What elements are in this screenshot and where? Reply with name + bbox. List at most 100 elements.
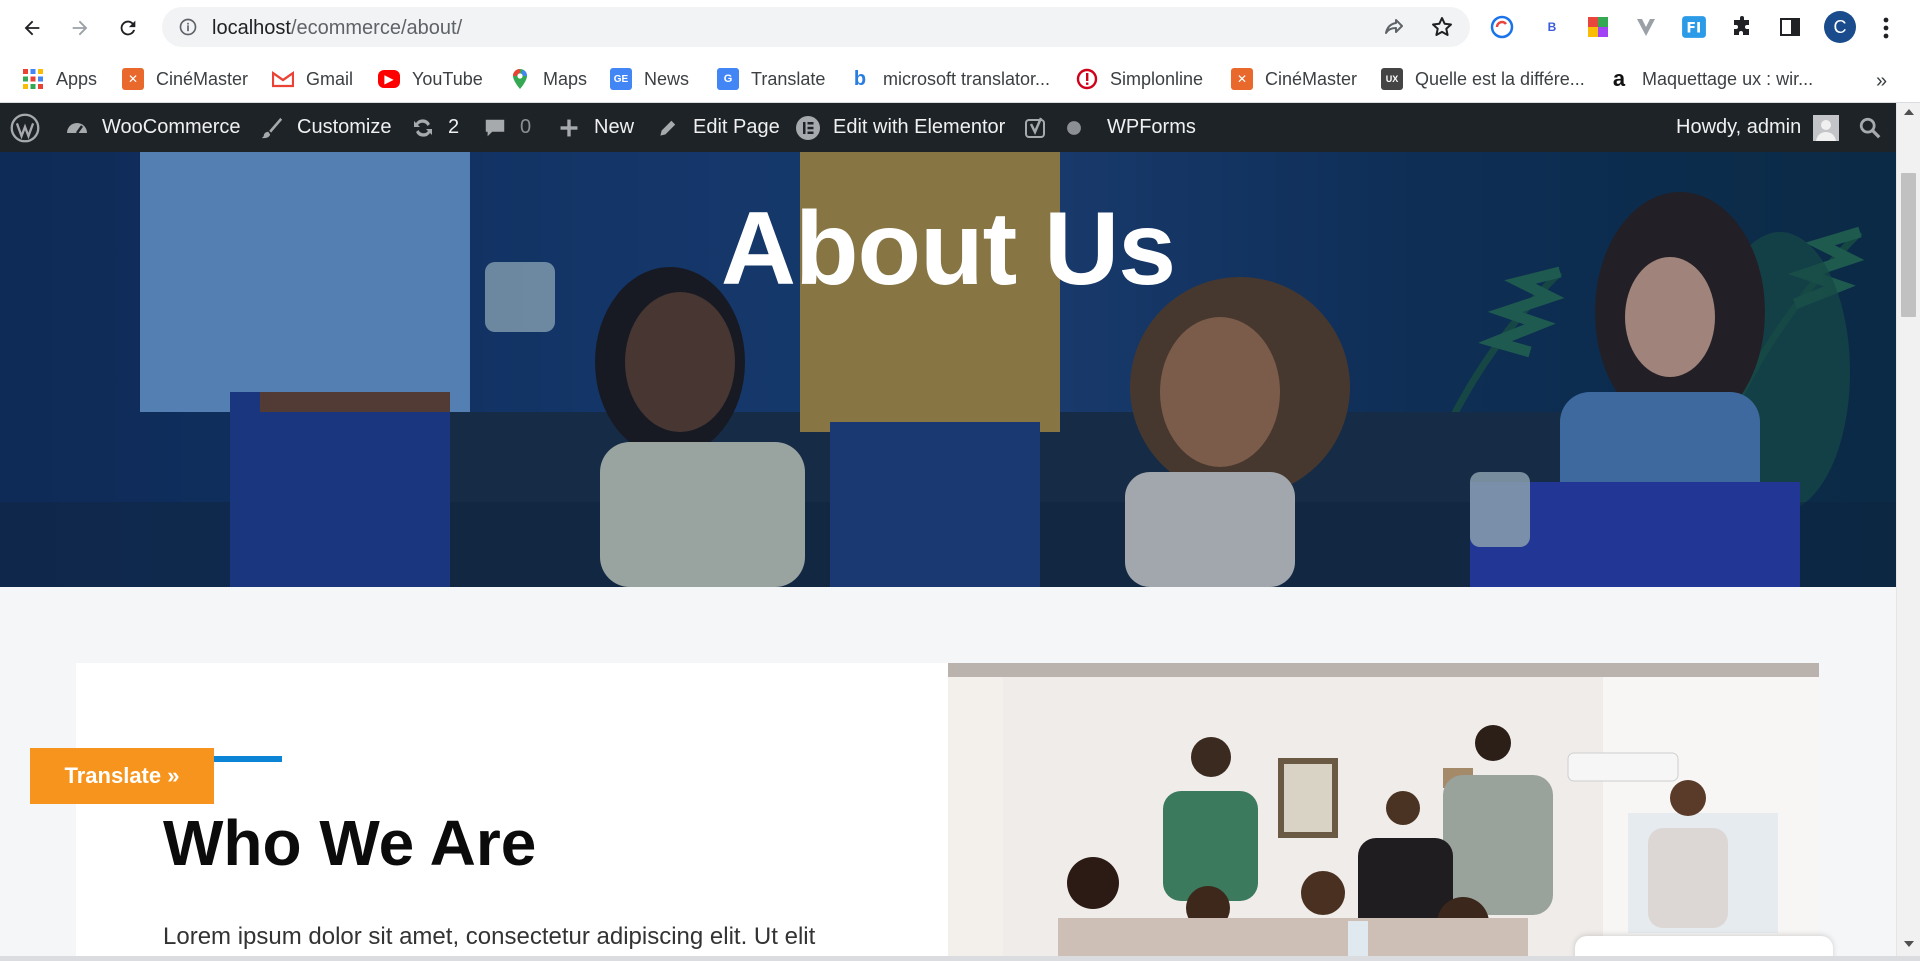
edit-with-elementor-menu[interactable]: Edit with Elementor xyxy=(795,103,1005,152)
colorful-ext-icon[interactable] xyxy=(1584,13,1612,41)
elementor-icon xyxy=(795,115,821,141)
profile-initial: C xyxy=(1833,16,1847,37)
google-translate-icon: G xyxy=(717,68,739,90)
seo-status-dot-icon xyxy=(1061,115,1087,141)
bookmark-star-icon[interactable] xyxy=(1430,15,1454,39)
url-text[interactable]: localhost/ecommerce/about/ xyxy=(212,17,462,40)
site-info-icon[interactable] xyxy=(178,17,198,37)
share-icon[interactable] xyxy=(1382,16,1406,40)
maps-pin-icon xyxy=(509,68,531,90)
bookmark-maps[interactable]: Maps xyxy=(509,64,587,94)
scroll-thumb[interactable] xyxy=(1901,173,1916,317)
forward-arrow-icon xyxy=(72,20,88,36)
side-panel-icon[interactable] xyxy=(1776,13,1804,41)
bookmark-gmail[interactable]: Gmail xyxy=(272,64,353,94)
new-content-menu[interactable]: New xyxy=(556,103,634,152)
chat-widget-tab[interactable] xyxy=(1575,936,1833,956)
scroll-up-arrow-icon[interactable] xyxy=(1904,109,1914,115)
v-ext-icon[interactable] xyxy=(1632,13,1660,41)
bookmark-quelle-est-la-difference[interactable]: UX Quelle est la différe... xyxy=(1381,64,1585,94)
gmail-icon xyxy=(272,68,294,90)
bookmarks-bar: Apps ✕ CinéMaster Gmail ▶ YouTube Maps G… xyxy=(0,56,1920,103)
team-meeting-photo xyxy=(948,663,1819,956)
google-news-icon: GE xyxy=(610,68,632,90)
account-menu[interactable]: Howdy, admin xyxy=(1676,103,1840,152)
bookmark-label: Gmail xyxy=(306,68,354,89)
admin-search-button[interactable] xyxy=(1858,103,1882,152)
bookmark-label: Maps xyxy=(543,68,588,89)
bookmark-microsoft-translator[interactable]: b microsoft translator... xyxy=(849,64,1050,94)
reload-button[interactable] xyxy=(112,12,144,44)
customize-label: Customize xyxy=(297,116,392,138)
blog-ux-icon: UX xyxy=(1381,68,1403,90)
wp-logo-menu[interactable] xyxy=(10,103,40,152)
bookmark-translate[interactable]: G Translate xyxy=(717,64,825,94)
comments-count: 0 xyxy=(520,116,532,138)
bookmark-label: CinéMaster xyxy=(156,68,249,89)
page-scrollbar[interactable] xyxy=(1896,103,1920,956)
comments-menu[interactable]: 0 xyxy=(482,103,531,152)
apps-grid-icon xyxy=(22,68,44,90)
elementor-label: Edit with Elementor xyxy=(833,116,1006,138)
xampp-icon: ✕ xyxy=(1231,68,1253,90)
reload-icon xyxy=(120,20,136,36)
bookmark-label: Apps xyxy=(56,68,98,89)
dashboard-gauge-icon xyxy=(64,115,90,141)
browser-menu-icon[interactable] xyxy=(1876,14,1896,42)
customize-menu[interactable]: Customize xyxy=(259,103,391,152)
admin-avatar xyxy=(1813,114,1840,141)
xampp-icon: ✕ xyxy=(122,68,144,90)
bookmark-cinemaster[interactable]: ✕ CinéMaster xyxy=(122,64,248,94)
url-host: localhost xyxy=(212,17,291,39)
bookmark-news[interactable]: GE News xyxy=(610,64,689,94)
bookmarks-overflow-button[interactable]: » xyxy=(1876,70,1887,93)
bookmark-label: CinéMaster xyxy=(1265,68,1358,89)
back-arrow-icon xyxy=(24,20,40,36)
hero-banner: About Us xyxy=(0,152,1896,587)
url-path: /ecommerce/about/ xyxy=(290,17,463,39)
updates-refresh-icon xyxy=(410,115,436,141)
bookmark-youtube[interactable]: ▶ YouTube xyxy=(378,64,483,94)
translate-ext-icon[interactable] xyxy=(1488,13,1516,41)
browser-toolbar: localhost/ecommerce/about/ B FI C xyxy=(0,0,1920,56)
section-body-text: Lorem ipsum dolor sit amet, consectetur … xyxy=(163,923,816,950)
bookmark-label: microsoft translator... xyxy=(883,68,1051,89)
bookmark-label: Simplonline xyxy=(1110,68,1204,89)
howdy-label: Howdy, admin xyxy=(1676,116,1802,138)
yoast-seo-menu[interactable] xyxy=(1023,103,1099,152)
updates-count: 2 xyxy=(448,116,460,138)
bing-icon: b xyxy=(853,67,867,90)
extensions-puzzle-icon[interactable] xyxy=(1728,13,1756,41)
bookmark-label: News xyxy=(644,68,690,89)
simplonline-icon xyxy=(1076,68,1098,90)
wpforms-menu[interactable]: WPForms xyxy=(1107,103,1196,152)
bookmark-simplonline[interactable]: Simplonline xyxy=(1076,64,1203,94)
address-bar[interactable]: localhost/ecommerce/about/ xyxy=(162,7,1470,47)
woocommerce-menu[interactable]: WooCommerce xyxy=(64,103,241,152)
page-viewport: About Us Who We Are Lorem ipsum dolor si… xyxy=(0,152,1896,956)
forward-button[interactable] xyxy=(64,12,96,44)
edit-page-menu[interactable]: Edit Page xyxy=(655,103,780,152)
amazon-icon: a xyxy=(1612,66,1626,91)
scroll-down-arrow-icon[interactable] xyxy=(1904,941,1914,947)
profile-avatar[interactable]: C xyxy=(1824,11,1856,43)
bookmark-maquettage-ux[interactable]: a Maquettage ux : wir... xyxy=(1608,64,1813,94)
bookmark-apps[interactable]: Apps xyxy=(22,64,97,94)
b-ext-icon[interactable]: B xyxy=(1538,13,1566,41)
back-button[interactable] xyxy=(16,12,48,44)
paintbrush-icon xyxy=(259,115,285,141)
fi-ext-icon[interactable]: FI xyxy=(1680,13,1708,41)
wp-admin-bar: WooCommerce Customize 2 0 New Edit Page xyxy=(0,103,1896,152)
bookmark-label: Maquettage ux : wir... xyxy=(1642,68,1814,89)
translate-button[interactable]: Translate » xyxy=(30,748,214,804)
bookmark-cinemaster-2[interactable]: ✕ CinéMaster xyxy=(1231,64,1357,94)
updates-menu[interactable]: 2 xyxy=(410,103,459,152)
who-we-are-card: Who We Are Lorem ipsum dolor sit amet, c… xyxy=(76,663,948,956)
wpforms-label: WPForms xyxy=(1107,116,1196,138)
pencil-icon xyxy=(655,115,681,141)
bookmark-label: YouTube xyxy=(412,68,483,89)
edit-page-label: Edit Page xyxy=(693,116,780,138)
svg-text:FI: FI xyxy=(1686,20,1701,36)
plus-icon xyxy=(556,115,582,141)
window-bottom-edge xyxy=(0,956,1920,961)
